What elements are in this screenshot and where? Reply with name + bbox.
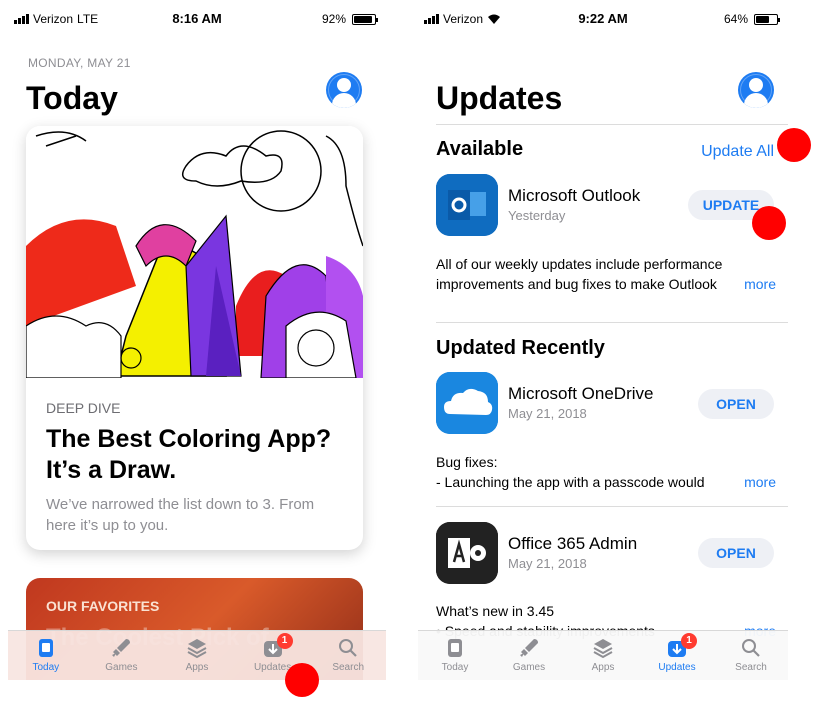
tab-apps[interactable]: Apps: [566, 631, 640, 680]
today-icon: [448, 639, 462, 657]
tab-label: Games: [512, 662, 546, 673]
battery-info: 92%: [321, 12, 378, 26]
tab-label: Search: [332, 662, 365, 673]
app-name: Microsoft OneDrive: [508, 384, 654, 403]
layers-icon: [593, 639, 613, 659]
updates-screen: Verizon 9:22 AM 64% Updates Available Up…: [418, 0, 788, 680]
onedrive-app-icon[interactable]: [436, 372, 498, 434]
page-title: Updates: [436, 80, 563, 116]
click-marker: [285, 663, 319, 697]
notes-line: Bug fixes:: [436, 454, 498, 470]
tab-apps[interactable]: Apps: [159, 631, 235, 680]
release-notes: Bug fixes: - Launching the app with a pa…: [436, 452, 776, 492]
divider: [436, 506, 788, 507]
admin-icon: [436, 522, 498, 584]
update-all-button[interactable]: Update All: [701, 143, 774, 161]
app-date: May 21, 2018: [508, 406, 587, 421]
battery-icon: [754, 13, 780, 25]
tab-bar: Today Games Apps 1 Updates Search: [418, 630, 788, 680]
tab-today[interactable]: Today: [8, 631, 84, 680]
notes-line: What’s new in 3.45: [436, 603, 555, 619]
more-link[interactable]: more: [728, 274, 776, 294]
cloud-icon: [436, 372, 498, 434]
battery-percent: 92%: [321, 12, 346, 26]
recent-heading: Updated Recently: [436, 337, 605, 359]
search-icon: [339, 639, 357, 657]
battery-icon: [352, 13, 378, 25]
today-screen: Verizon LTE 8:16 AM 92% MONDAY, MAY 21 T…: [8, 0, 386, 680]
tab-label: Updates: [253, 662, 292, 673]
tab-search[interactable]: Search: [310, 631, 386, 680]
office-admin-app-icon[interactable]: [436, 522, 498, 584]
tab-label: Apps: [591, 662, 615, 673]
updates-badge: 1: [276, 633, 293, 649]
app-name: Microsoft Outlook: [508, 186, 641, 205]
outlook-icon: [436, 174, 498, 236]
layers-icon: [187, 639, 207, 659]
app-date: May 21, 2018: [508, 556, 587, 571]
tab-updates[interactable]: 1 Updates: [640, 631, 714, 680]
tab-label: Today: [441, 662, 469, 673]
battery-info: 64%: [723, 12, 780, 26]
available-heading: Available: [436, 138, 524, 160]
account-avatar-icon[interactable]: [326, 72, 362, 108]
click-marker: [752, 206, 786, 240]
tab-label: Apps: [185, 662, 209, 673]
outlook-app-icon[interactable]: [436, 174, 498, 236]
rocket-icon: [112, 639, 131, 657]
more-link[interactable]: more: [728, 472, 776, 492]
card-subtitle: We’ve narrowed the list down to 3. From …: [46, 496, 315, 534]
tab-games[interactable]: Games: [84, 631, 160, 680]
page-title: Today: [26, 80, 118, 116]
tab-label: Updates: [658, 662, 696, 673]
release-notes: All of our weekly updates include perfor…: [436, 254, 776, 294]
rocket-icon: [520, 639, 538, 657]
tab-search[interactable]: Search: [714, 631, 788, 680]
story-card[interactable]: DEEP DIVE The Best Coloring App? It’s a …: [26, 126, 363, 550]
click-marker: [777, 128, 811, 162]
tab-label: Search: [735, 662, 767, 673]
coloring-illustration: [26, 126, 363, 378]
today-date: MONDAY, MAY 21: [28, 56, 131, 70]
app-name: Office 365 Admin: [508, 534, 638, 553]
card-eyebrow: DEEP DIVE: [46, 400, 121, 416]
updates-badge: 1: [681, 633, 697, 649]
tab-today[interactable]: Today: [418, 631, 492, 680]
card-headline: The Best Coloring App? It’s a Draw.: [46, 425, 332, 484]
tab-label: Today: [32, 662, 60, 673]
notes-text: All of our weekly updates include perfor…: [436, 256, 723, 292]
tab-label: Games: [105, 662, 138, 673]
tab-bar: Today Games Apps 1 Updates Search: [8, 630, 386, 680]
status-bar: Verizon LTE 8:16 AM 92%: [8, 0, 386, 36]
notes-line: - Launching the app with a passcode woul…: [436, 474, 705, 490]
open-button[interactable]: OPEN: [698, 389, 774, 419]
divider: [436, 124, 788, 125]
search-icon: [742, 639, 760, 657]
account-avatar-icon[interactable]: [738, 72, 774, 108]
today-icon: [38, 639, 53, 657]
divider: [436, 322, 788, 323]
open-button[interactable]: OPEN: [698, 538, 774, 568]
app-date: Yesterday: [508, 208, 566, 223]
battery-percent: 64%: [723, 12, 748, 26]
card2-eyebrow: OUR FAVORITES: [46, 598, 160, 614]
tab-games[interactable]: Games: [492, 631, 566, 680]
status-bar: Verizon 9:22 AM 64%: [418, 0, 788, 36]
